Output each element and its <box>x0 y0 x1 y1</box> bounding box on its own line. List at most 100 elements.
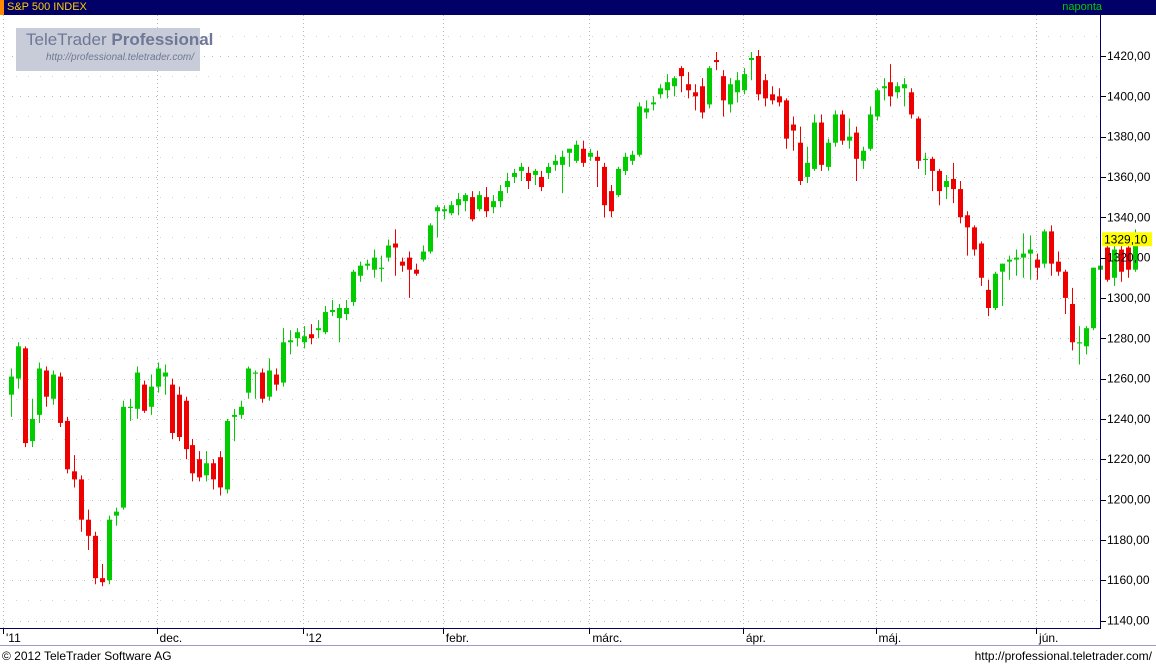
y-axis: 1140,00 1160,00 1180,00 1200,00 1220,00 1240,… <box>1101 49 1151 628</box>
candle-down <box>763 80 768 99</box>
teletrader-logo: TeleTrader Professional http://professio… <box>16 28 213 71</box>
candle-up <box>1014 257 1019 260</box>
last-price-label: 1329,10 <box>1104 232 1148 246</box>
candle-up <box>386 245 391 258</box>
candle-up <box>623 156 628 171</box>
candle-up <box>121 406 126 508</box>
candle-up <box>658 88 663 95</box>
candle-down <box>909 92 914 115</box>
candle-up <box>833 114 838 143</box>
candle-down <box>714 60 719 63</box>
candle-up <box>421 251 426 260</box>
chart-period: naponta <box>1062 1 1102 13</box>
candle-down <box>1056 261 1061 272</box>
candle-down <box>197 459 202 478</box>
candle-up <box>707 68 712 105</box>
candle-down <box>986 289 991 309</box>
candle-up <box>902 84 907 89</box>
candle-down <box>777 96 782 103</box>
candle-down <box>393 243 398 248</box>
y-tick-label: 1400,00 <box>1107 89 1151 103</box>
candle-down <box>595 156 600 161</box>
candle-up <box>9 376 14 395</box>
y-tick-label: 1260,00 <box>1107 372 1151 386</box>
candle-up <box>253 372 258 374</box>
candle-up <box>895 86 900 93</box>
candle-down <box>693 92 698 97</box>
candle-up <box>372 257 377 270</box>
candle-down <box>972 227 977 250</box>
candle-up <box>546 166 551 173</box>
candle-down <box>484 197 489 212</box>
candle-up <box>875 90 880 117</box>
candle-up <box>37 368 42 415</box>
candle-down <box>888 82 893 97</box>
candle-down <box>840 114 845 141</box>
candle-up <box>295 332 300 339</box>
candle-down <box>72 471 77 480</box>
candle-down <box>679 68 684 77</box>
y-tick-label: 1420,00 <box>1107 49 1151 63</box>
candle-down <box>916 118 921 161</box>
candle-down <box>190 445 195 474</box>
logo-site: http://professional.teletrader.com/ <box>46 52 195 63</box>
candle-down <box>218 457 223 488</box>
candle-up <box>826 142 831 167</box>
candle-down <box>602 166 607 206</box>
candle-up <box>428 225 433 252</box>
candle-down <box>177 394 182 438</box>
candle-up <box>742 74 747 91</box>
candle-up <box>1028 249 1033 254</box>
x-tick-label: dec. <box>160 631 183 645</box>
candle-up <box>225 420 230 490</box>
candle-up <box>1091 267 1096 329</box>
candle-up <box>149 386 154 407</box>
candle-up <box>567 148 572 153</box>
candle-down <box>686 84 691 91</box>
candle-up <box>358 265 363 276</box>
candle-down <box>784 100 789 139</box>
candle-up <box>135 372 140 409</box>
candle-up <box>344 308 349 315</box>
x-tick-label: '11 <box>6 631 21 645</box>
candle-down <box>581 148 586 163</box>
candle-up <box>114 511 119 516</box>
x-tick-label: máj. <box>879 631 902 645</box>
candle-up <box>156 368 161 387</box>
candle-down <box>274 374 279 385</box>
candle-up <box>749 58 754 61</box>
candle-down <box>470 197 475 220</box>
candle-up <box>560 156 565 165</box>
candle-up <box>553 160 558 165</box>
candle-up <box>51 374 56 399</box>
y-tick-label: 1180,00 <box>1107 533 1150 547</box>
chart-title-bar: S&P 500 INDEX naponta <box>0 0 1156 15</box>
candle-down <box>951 178 956 190</box>
candle-down <box>260 372 265 399</box>
candle-down <box>407 257 412 270</box>
candle-up <box>944 180 949 188</box>
candle-up <box>923 158 928 161</box>
candle-up <box>505 180 510 188</box>
candle-up <box>519 166 524 171</box>
y-tick-label: 1200,00 <box>1107 493 1151 507</box>
candle-down <box>142 384 147 411</box>
candle-down <box>1049 231 1054 264</box>
candle-down <box>65 420 70 470</box>
x-tick-label: febr. <box>446 631 469 645</box>
candle-down <box>1035 259 1040 268</box>
candle-up <box>728 84 733 105</box>
candle-down <box>526 172 531 181</box>
candle-up <box>498 191 503 202</box>
candle-up <box>533 170 538 175</box>
candle-down <box>86 519 91 536</box>
candle-down <box>756 56 761 95</box>
candle-down <box>170 384 175 434</box>
candle-up <box>163 372 168 377</box>
candle-up <box>246 368 251 393</box>
candle-up <box>204 463 209 476</box>
candle-up <box>128 406 133 408</box>
y-tick-label: 1320,00 <box>1107 251 1151 265</box>
candle-down <box>854 132 859 159</box>
candle-up <box>456 199 461 206</box>
